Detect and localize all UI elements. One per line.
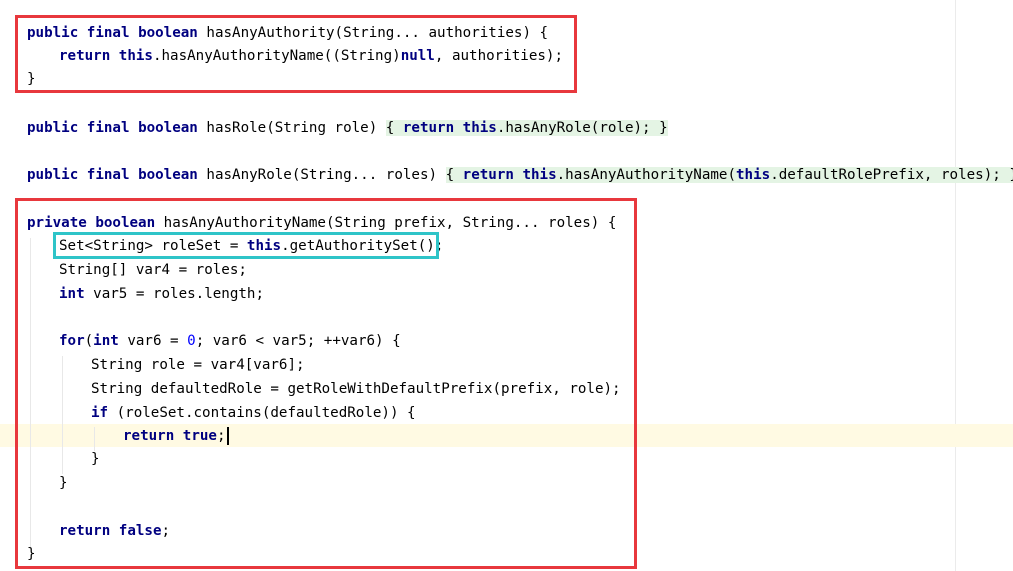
code-line: public final boolean hasAnyRole(String..…: [27, 165, 1013, 185]
code-editor[interactable]: public final boolean hasAnyAuthority(Str…: [0, 0, 1013, 571]
right-margin-guide: [955, 0, 956, 571]
code-line: public final boolean hasRole(String role…: [27, 120, 668, 136]
folded-region[interactable]: { return this.hasAnyRole(role); }: [385, 120, 668, 136]
highlight-box-roleSet: [53, 232, 439, 259]
folded-region[interactable]: { return this.hasAnyAuthorityName(this.d…: [445, 167, 1013, 183]
highlight-box-hasAnyAuthority: [15, 15, 577, 93]
